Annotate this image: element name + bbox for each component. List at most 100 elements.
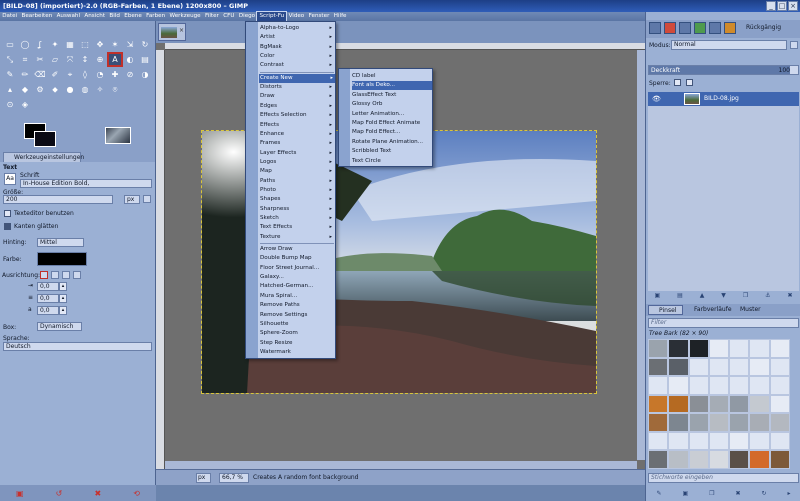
menu-script-fu[interactable]: Script-Fu	[256, 11, 288, 22]
use-editor-checkbox[interactable]	[4, 210, 11, 217]
menu-item-texture[interactable]: Texture ▸	[260, 233, 334, 242]
menu-item-contrast[interactable]: Contrast ▸	[260, 61, 334, 70]
brush-cell[interactable]	[770, 432, 789, 450]
text-tool-icon[interactable]: A	[107, 52, 123, 67]
menu-item-hatched-german[interactable]: Hatched-German...	[260, 282, 334, 291]
mode-dropdown-icon[interactable]	[790, 41, 798, 49]
color-picker-tool-icon[interactable]: ⇲	[124, 39, 136, 50]
menu-bild[interactable]: Bild	[107, 12, 122, 21]
delete-brush-icon[interactable]: ✖	[735, 490, 740, 497]
ink-tool-icon[interactable]: ◔	[94, 69, 106, 80]
tag-input[interactable]: Stichworte eingeben	[648, 473, 799, 483]
menu-item-remove-paths[interactable]: Remove Paths	[260, 301, 334, 310]
close-tab-icon[interactable]: ×	[179, 27, 184, 34]
indent-spin-icon[interactable]: ▴	[59, 282, 67, 291]
brush-cell[interactable]	[649, 414, 668, 431]
brush-cell[interactable]	[649, 432, 668, 450]
minimize-icon[interactable]: _	[766, 1, 776, 11]
menu-item-map[interactable]: Map ▸	[260, 167, 334, 176]
brush-cell[interactable]	[689, 395, 708, 413]
menu-farben[interactable]: Farben	[144, 12, 167, 21]
fuzzy-select-tool-icon[interactable]: ✦	[49, 39, 61, 50]
brush-cell[interactable]	[750, 395, 769, 413]
menu-item-logos[interactable]: Logos ▸	[260, 158, 334, 167]
brush-preview[interactable]	[105, 127, 131, 144]
move-tool-icon[interactable]: ⌗	[19, 54, 31, 65]
menu-ansicht[interactable]: Ansicht	[82, 12, 107, 21]
duplicate-layer-icon[interactable]: ❐	[743, 292, 748, 302]
menu-item-step-resize[interactable]: Step Resize	[260, 339, 334, 348]
tab-paths[interactable]	[679, 22, 691, 34]
size-field[interactable]: 200	[3, 195, 113, 204]
menu-item-effects[interactable]: Effects ▸	[260, 121, 334, 130]
menu-item-color[interactable]: Color ▸	[260, 52, 334, 61]
font-field[interactable]: In-House Edition Bold,	[20, 179, 152, 188]
brush-grid[interactable]	[648, 339, 790, 469]
delete-options-icon[interactable]: ✖	[94, 489, 101, 498]
brush-cell[interactable]	[649, 358, 668, 376]
menu-item-double-bump-map[interactable]: Double Bump Map	[260, 254, 334, 263]
brush-cell[interactable]	[689, 414, 708, 431]
menu-item-map-fold-effect[interactable]: Map Fold Effect...	[352, 128, 432, 137]
zoom-select[interactable]: 66,7 %	[219, 473, 249, 483]
brush-cell[interactable]	[669, 414, 688, 431]
indent-field[interactable]: 0,0	[37, 282, 59, 291]
menu-item-bgmask[interactable]: BgMask ▸	[260, 43, 334, 52]
justify-center-icon[interactable]	[62, 271, 70, 279]
menu-item-shapes[interactable]: Shapes ▸	[260, 195, 334, 204]
line-spacing-spin-icon[interactable]: ▴	[59, 294, 67, 303]
menu-hilfe[interactable]: Hilfe	[332, 12, 349, 21]
brush-cell[interactable]	[669, 395, 688, 413]
delete-layer-icon[interactable]: ✖	[787, 292, 792, 302]
raise-layer-icon[interactable]: ▲	[700, 292, 705, 302]
vertical-ruler[interactable]	[156, 50, 165, 470]
brush-cell[interactable]	[730, 377, 749, 394]
tab-tool-options[interactable]: Werkzeugeinstellungen	[3, 152, 84, 162]
menu-item-sketch[interactable]: Sketch ▸	[260, 214, 334, 223]
heal-tool-icon[interactable]: ⊘	[124, 69, 136, 80]
menu-item-sharpness[interactable]: Sharpness ▸	[260, 205, 334, 214]
brush-cell[interactable]	[730, 340, 749, 357]
menu-item-arrow-draw[interactable]: Arrow Draw	[260, 245, 334, 254]
horizontal-ruler[interactable]	[165, 43, 645, 50]
menu-item-photo[interactable]: Photo ▸	[260, 186, 334, 195]
brush-cell[interactable]	[750, 358, 769, 376]
mypaint-brush-tool-icon[interactable]: ◍	[79, 84, 91, 95]
menu-item-sphere-zoom[interactable]: Sphere-Zoom	[260, 329, 334, 338]
menu-cfu[interactable]: CFU	[221, 12, 237, 21]
brush-cell[interactable]	[669, 451, 688, 468]
brush-cell[interactable]	[750, 340, 769, 357]
foreground-select-tool-icon[interactable]: ✥	[94, 39, 106, 50]
new-layer-icon[interactable]: ▣	[654, 292, 660, 302]
anchor-layer-icon[interactable]: ⚓	[765, 292, 770, 302]
vertical-scrollbar[interactable]	[637, 50, 645, 460]
line-spacing-field[interactable]: 0,0	[37, 294, 59, 303]
menu-item-artist[interactable]: Artist ▸	[260, 33, 334, 42]
brush-cell[interactable]	[709, 395, 729, 413]
brush-cell[interactable]	[730, 432, 749, 450]
scissors-select-tool-icon[interactable]: ⬚	[79, 39, 91, 50]
flip-tool-icon[interactable]: ◐	[124, 54, 136, 65]
menu-item-remove-settings[interactable]: Remove Settings	[260, 311, 334, 320]
menu-item-scribbled-text[interactable]: Scribbled Text	[352, 147, 432, 156]
restore-options-icon[interactable]: ↺	[56, 489, 63, 498]
brush-cell[interactable]	[709, 451, 729, 468]
image-tab[interactable]: ×	[158, 23, 186, 41]
menu-fenster[interactable]: Fenster	[306, 12, 331, 21]
close-icon[interactable]: ×	[788, 1, 798, 11]
menu-item-cd-label[interactable]: CD label	[352, 72, 432, 81]
brush-cell[interactable]	[709, 358, 729, 376]
menu-item-silhouette[interactable]: Silhouette	[260, 320, 334, 329]
justify-right-icon[interactable]	[51, 271, 59, 279]
brush-cell[interactable]	[689, 358, 708, 376]
free-select-tool-icon[interactable]: ʆ	[34, 39, 46, 50]
brush-cell[interactable]	[770, 340, 789, 357]
edit-brush-icon[interactable]: ✎	[656, 490, 661, 497]
blend-tool-icon[interactable]: ✏	[19, 69, 31, 80]
brush-cell[interactable]	[770, 395, 789, 413]
brush-cell[interactable]	[730, 414, 749, 431]
brush-cell[interactable]	[750, 414, 769, 431]
brush-cell[interactable]	[709, 340, 729, 357]
menu-item-distorts[interactable]: Distorts ▸	[260, 83, 334, 92]
menu-datei[interactable]: Datei	[0, 12, 19, 21]
